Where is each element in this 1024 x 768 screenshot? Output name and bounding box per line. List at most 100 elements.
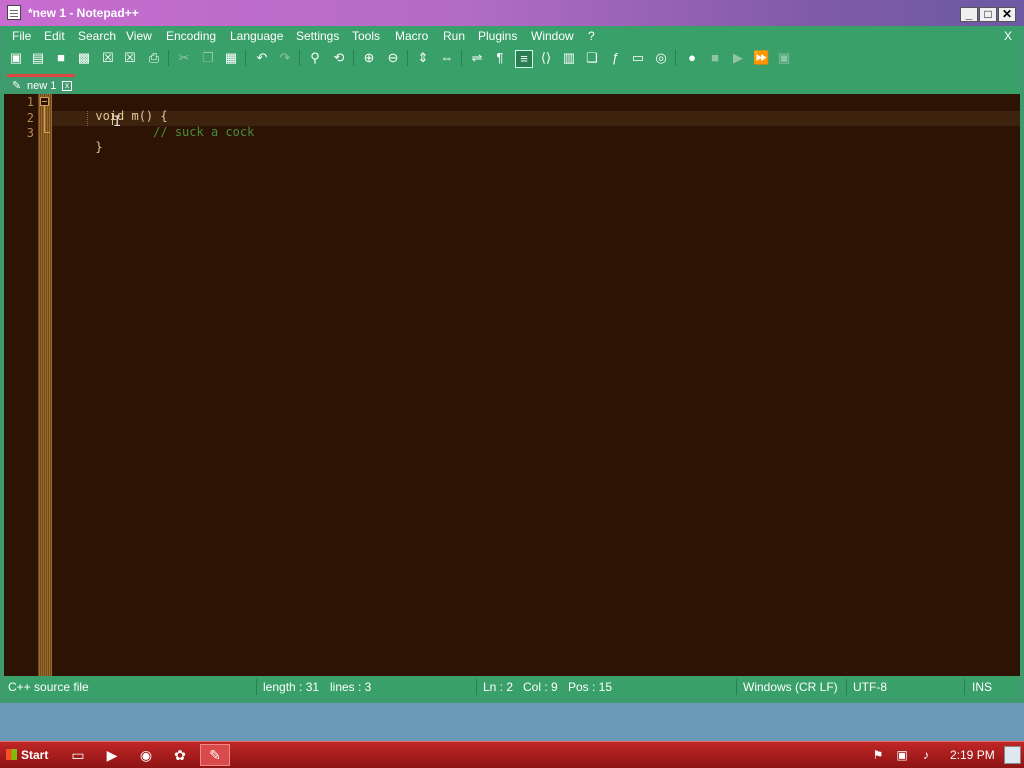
close-window-button[interactable]: ✕ (998, 7, 1016, 22)
new-file-icon[interactable]: ▣ (8, 50, 24, 66)
line-number-gutter: 1 2 3 (4, 94, 38, 676)
find-icon[interactable]: ⚲ (307, 50, 323, 66)
toolbar-separator (461, 50, 462, 66)
zoom-in-icon[interactable]: ⊕ (361, 50, 377, 66)
xml-tag-icon[interactable]: ⟨⟩ (538, 50, 554, 66)
status-position: Pos : 15 (568, 680, 613, 694)
code-editor[interactable]: 1 2 3 void m() { // suck a cock } I (4, 94, 1020, 676)
open-file-icon[interactable]: ▤ (30, 50, 46, 66)
code-text: } (95, 140, 103, 154)
start-button[interactable]: Start (3, 745, 55, 765)
menu-macro[interactable]: Macro (395, 29, 428, 43)
menu-window[interactable]: Window (531, 29, 574, 43)
indent-guide-icon[interactable]: ≡ (515, 50, 533, 68)
sync-horizontal-icon[interactable]: ⇔ (439, 50, 455, 66)
fold-guide (44, 106, 45, 132)
word-wrap-icon[interactable]: ⇌ (469, 50, 485, 66)
show-desktop-button[interactable] (1004, 746, 1021, 764)
zoom-out-icon[interactable]: ⊖ (385, 50, 401, 66)
paste-icon[interactable]: ▦ (223, 50, 239, 66)
toolbar-separator (245, 50, 246, 66)
close-document-button[interactable]: X (1004, 29, 1012, 43)
status-separator (476, 679, 477, 695)
doc-list-icon[interactable]: ❏ (584, 50, 600, 66)
save-icon[interactable]: ■ (53, 50, 69, 66)
start-label: Start (21, 748, 49, 762)
tab-label: new 1 (27, 80, 57, 92)
menu-file[interactable]: File (12, 29, 31, 43)
screenshot-icon[interactable]: ◎ (653, 50, 669, 66)
code-line: } (52, 126, 103, 168)
toolbar-separator (407, 50, 408, 66)
taskbar-notepadpp[interactable]: ✎ (200, 744, 230, 766)
tab-new-1[interactable]: ✎ new 1 x (7, 74, 75, 94)
taskbar: Start ▭ ▶ ◉ ✿ ✎ ⚑ ▣ ♪ 2:19 PM (0, 741, 1024, 768)
close-icon[interactable]: ☒ (100, 50, 116, 66)
media-player-icon[interactable]: ▶ (102, 746, 122, 764)
network-icon[interactable]: ▣ (894, 747, 910, 763)
replace-icon[interactable]: ⟲ (331, 50, 347, 66)
status-column: Col : 9 (523, 680, 558, 694)
volume-icon[interactable]: ♪ (918, 747, 934, 763)
monitor-icon[interactable]: ▭ (630, 50, 646, 66)
menu-settings[interactable]: Settings (296, 29, 339, 43)
menu-run[interactable]: Run (443, 29, 465, 43)
function-list-icon[interactable]: ƒ (607, 50, 623, 66)
menu-view[interactable]: View (126, 29, 152, 43)
run-macro-multiple-icon[interactable]: ⏩ (753, 50, 769, 66)
minimize-button[interactable]: _ (960, 7, 978, 22)
status-separator (846, 679, 847, 695)
status-encoding[interactable]: UTF-8 (853, 680, 887, 694)
menu-tools[interactable]: Tools (352, 29, 380, 43)
redo-icon[interactable]: ↷ (277, 50, 293, 66)
status-eol[interactable]: Windows (CR LF) (743, 680, 838, 694)
status-insert-mode[interactable]: INS (972, 680, 992, 694)
save-all-icon[interactable]: ▩ (76, 50, 92, 66)
undo-icon[interactable]: ↶ (254, 50, 270, 66)
show-all-chars-icon[interactable]: ¶ (492, 50, 508, 66)
record-macro-icon[interactable]: ● (684, 50, 700, 66)
menu-edit[interactable]: Edit (44, 29, 65, 43)
clock[interactable]: 2:19 PM (950, 748, 995, 762)
menu-bar: File Edit Search View Encoding Language … (4, 26, 1020, 46)
title-bar[interactable]: *new 1 - Notepad++ _ □ ✕ (0, 0, 1024, 26)
document-map-icon[interactable]: ▥ (561, 50, 577, 66)
play-macro-icon[interactable]: ▶ (730, 50, 746, 66)
windows-logo-icon (6, 749, 17, 760)
explorer-folder-icon[interactable]: ▭ (68, 746, 88, 764)
status-lines: lines : 3 (330, 680, 372, 694)
tab-bar: ✎ new 1 x (4, 70, 1020, 94)
print-icon[interactable]: ⎙ (146, 50, 162, 66)
fold-margin[interactable] (38, 94, 52, 676)
notepadpp-icon: ✎ (209, 747, 221, 763)
gimp-icon[interactable]: ✿ (170, 746, 190, 764)
toolbar-separator (299, 50, 300, 66)
save-macro-icon[interactable]: ▣ (776, 50, 792, 66)
status-length: length : 31 (263, 680, 320, 694)
menu-search[interactable]: Search (78, 29, 116, 43)
close-all-icon[interactable]: ☒ (122, 50, 138, 66)
action-center-flag-icon[interactable]: ⚑ (870, 747, 886, 763)
status-file-type: C++ source file (8, 680, 89, 694)
chrome-icon[interactable]: ◉ (136, 746, 156, 764)
menu-plugins[interactable]: Plugins (478, 29, 517, 43)
window-title: *new 1 - Notepad++ (28, 6, 139, 20)
notepadpp-window: *new 1 - Notepad++ _ □ ✕ File Edit Searc… (0, 0, 1024, 703)
toolbar: ▣ ▤ ■ ▩ ☒ ☒ ⎙ ✂ ❐ ▦ ↶ ↷ ⚲ ⟲ ⊕ ⊖ ⇕ ⇔ ⇌ ¶ … (4, 46, 1020, 70)
menu-encoding[interactable]: Encoding (166, 29, 216, 43)
copy-icon[interactable]: ❐ (200, 50, 216, 66)
menu-help[interactable]: ? (588, 29, 595, 43)
line-number: 1 (26, 95, 34, 109)
fold-minus-icon[interactable] (40, 97, 49, 106)
fold-end-marker (44, 132, 50, 133)
maximize-button[interactable]: □ (979, 7, 997, 22)
cut-icon[interactable]: ✂ (176, 50, 192, 66)
sync-vertical-icon[interactable]: ⇕ (415, 50, 431, 66)
comment-text: // suck a cock (153, 125, 255, 139)
desktop-background (0, 703, 1024, 741)
menu-language[interactable]: Language (230, 29, 283, 43)
tab-close-icon[interactable]: x (62, 81, 72, 91)
status-separator (736, 679, 737, 695)
stop-macro-icon[interactable]: ■ (707, 50, 723, 66)
